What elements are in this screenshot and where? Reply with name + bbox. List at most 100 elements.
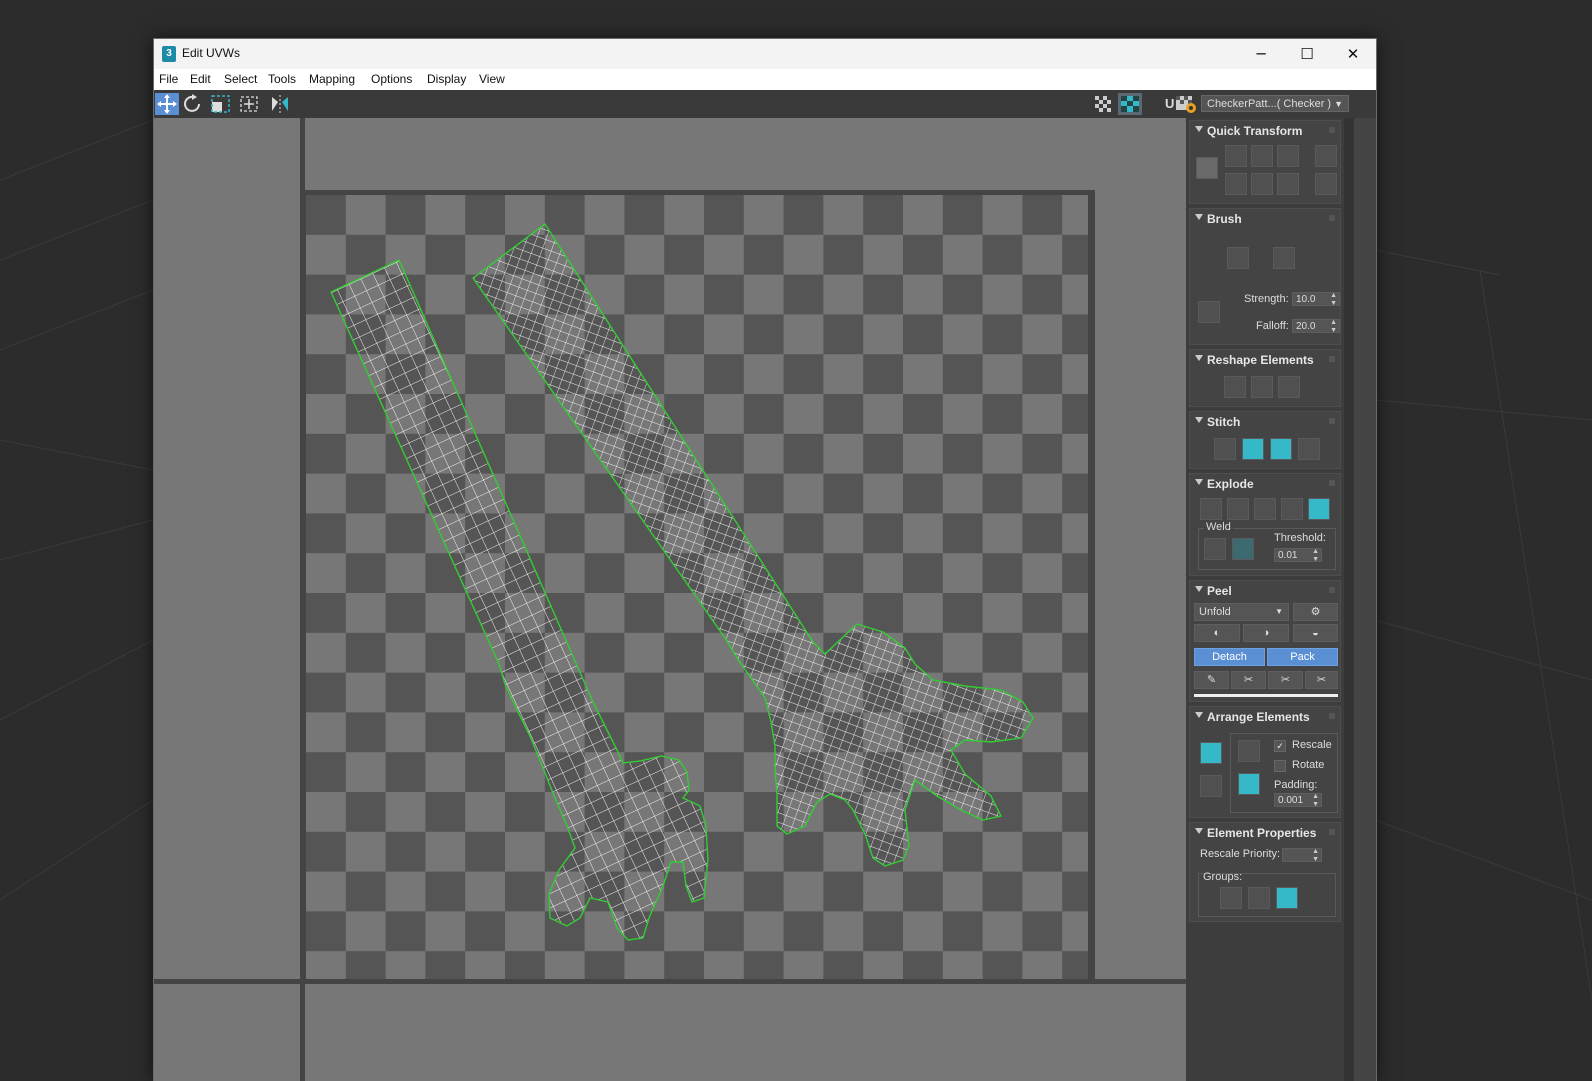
pin-icon[interactable] <box>1329 480 1335 486</box>
padding-spinner[interactable]: 0.001 ▲ ▼ <box>1274 793 1322 809</box>
collapse-arrow-icon[interactable] <box>1195 479 1203 485</box>
texture-settings-icon[interactable] <box>1174 93 1198 115</box>
spinner-arrows-icon[interactable]: ▲ ▼ <box>1312 793 1319 809</box>
select-group-icon[interactable] <box>1276 887 1298 909</box>
spinner-arrows-icon[interactable]: ▲ ▼ <box>1312 848 1319 864</box>
rollout-title[interactable]: Stitch <box>1207 415 1240 429</box>
close-button[interactable]: ✕ <box>1330 39 1376 69</box>
ungroup-selected-icon[interactable] <box>1248 887 1270 909</box>
brush-line-icon[interactable] <box>1198 301 1220 323</box>
mirror-tool-icon[interactable] <box>268 93 292 115</box>
collapse-arrow-icon[interactable] <box>1195 828 1203 834</box>
rescale-priority-spinner[interactable]: ▲ ▼ <box>1282 848 1322 864</box>
rotate-tool-icon[interactable] <box>181 93 205 115</box>
spinner-arrows-icon[interactable]: ▲ ▼ <box>1312 548 1319 564</box>
collapse-arrow-icon[interactable] <box>1195 417 1203 423</box>
menu-select[interactable]: Select <box>224 72 257 86</box>
texture-display-icon[interactable] <box>1118 93 1142 115</box>
menu-edit[interactable]: Edit <box>190 72 211 86</box>
relax-brush-icon[interactable] <box>1273 247 1295 269</box>
relax-icon[interactable] <box>1251 376 1273 398</box>
scale-tool-icon[interactable] <box>209 93 233 115</box>
weld-target-icon[interactable] <box>1232 538 1254 560</box>
detach-button[interactable]: Detach <box>1194 648 1265 666</box>
rotate-ccw-icon[interactable] <box>1277 145 1299 167</box>
collapse-arrow-icon[interactable] <box>1195 355 1203 361</box>
explode-elements-icon[interactable] <box>1308 498 1330 520</box>
uv-canvas[interactable] <box>305 190 1095 979</box>
group-selected-icon[interactable] <box>1220 887 1242 909</box>
paint-brush-icon[interactable] <box>1227 247 1249 269</box>
rescale-checkbox[interactable]: ✓ <box>1274 740 1286 752</box>
collapse-arrow-icon[interactable] <box>1195 712 1203 718</box>
peel-mode-button[interactable]: ◑ <box>1243 624 1289 642</box>
menu-options[interactable]: Options <box>371 72 412 86</box>
rotate-checkbox[interactable] <box>1274 760 1286 772</box>
menu-display[interactable]: Display <box>427 72 466 86</box>
auto-pin-button[interactable]: ✂ <box>1268 671 1303 689</box>
collapse-arrow-icon[interactable] <box>1195 586 1203 592</box>
straighten-icon[interactable] <box>1224 376 1246 398</box>
space-horizontal-icon[interactable] <box>1315 145 1337 167</box>
pin-icon[interactable] <box>1329 418 1335 424</box>
align-horizontal-icon[interactable] <box>1225 145 1247 167</box>
pack-together-icon[interactable] <box>1200 775 1222 797</box>
rollout-title[interactable]: Element Properties <box>1207 826 1316 840</box>
space-align-icon[interactable] <box>1315 173 1337 195</box>
pack-custom-icon[interactable] <box>1200 742 1222 764</box>
spinner-arrows-icon[interactable]: ▲ ▼ <box>1330 319 1337 335</box>
minimize-button[interactable]: ─ <box>1238 39 1284 69</box>
unpin-vertices-button[interactable]: ✂ <box>1231 671 1266 689</box>
pin-icon[interactable] <box>1329 829 1335 835</box>
rollout-title[interactable]: Brush <box>1207 212 1242 226</box>
freeform-tool-icon[interactable] <box>237 93 261 115</box>
peel-mode-dropdown[interactable]: Unfold ▼ <box>1194 603 1289 621</box>
quick-peel-button[interactable]: ◐ <box>1194 624 1240 642</box>
explode-polygons-icon[interactable] <box>1254 498 1276 520</box>
strength-spinner[interactable]: 10.0 ▲ ▼ <box>1292 292 1340 308</box>
pin-icon[interactable] <box>1329 587 1335 593</box>
move-tool-icon[interactable] <box>155 93 179 115</box>
explode-smoothing-icon[interactable] <box>1281 498 1303 520</box>
stitch-custom-icon[interactable] <box>1214 438 1236 460</box>
pin-icon[interactable] <box>1329 356 1335 362</box>
rotate-cw-icon[interactable] <box>1277 173 1299 195</box>
pin-vertices-button[interactable]: ✎ <box>1194 671 1229 689</box>
menu-view[interactable]: View <box>479 72 505 86</box>
maximize-button[interactable]: ☐ <box>1284 39 1330 69</box>
stitch-target-icon[interactable] <box>1298 438 1320 460</box>
panel-scrollbar[interactable] <box>1344 118 1354 1081</box>
weld-selected-icon[interactable] <box>1204 538 1226 560</box>
pin-icon[interactable] <box>1329 127 1335 133</box>
rollout-title[interactable]: Reshape Elements <box>1207 353 1314 367</box>
rollout-title[interactable]: Explode <box>1207 477 1254 491</box>
menu-mapping[interactable]: Mapping <box>309 72 355 86</box>
collapse-arrow-icon[interactable] <box>1195 126 1203 132</box>
texture-dropdown[interactable]: CheckerPatt...( Checker ) ▼ <box>1201 95 1349 112</box>
stitch-source-icon[interactable] <box>1242 438 1264 460</box>
menu-tools[interactable]: Tools <box>268 72 296 86</box>
pack-button[interactable]: Pack <box>1267 648 1338 666</box>
select-pins-button[interactable]: ✂ <box>1305 671 1338 689</box>
spinner-arrows-icon[interactable]: ▲ ▼ <box>1330 292 1337 308</box>
reset-peel-button[interactable]: ◒ <box>1293 624 1338 642</box>
stitch-average-icon[interactable] <box>1270 438 1292 460</box>
rollout-title[interactable]: Peel <box>1207 584 1232 598</box>
uv-editor-viewport[interactable] <box>154 118 1186 1081</box>
align-vertical-icon[interactable] <box>1225 173 1247 195</box>
rollout-title[interactable]: Quick Transform <box>1207 124 1302 138</box>
peel-settings-button[interactable]: ⚙ <box>1293 603 1338 621</box>
pin-icon[interactable] <box>1329 713 1335 719</box>
flatten-icon[interactable] <box>1278 376 1300 398</box>
falloff-spinner[interactable]: 20.0 ▲ ▼ <box>1292 319 1340 335</box>
title-bar[interactable]: 3 Edit UVWs ─ ☐ ✕ <box>154 39 1376 69</box>
pack-normalize-icon[interactable] <box>1238 740 1260 762</box>
space-vertical-icon[interactable] <box>1251 145 1273 167</box>
pack-recenter-icon[interactable] <box>1238 773 1260 795</box>
menu-file[interactable]: File <box>159 72 178 86</box>
pivot-icon[interactable] <box>1196 157 1218 179</box>
break-edges-icon[interactable] <box>1227 498 1249 520</box>
collapse-arrow-icon[interactable] <box>1195 214 1203 220</box>
align-center-icon[interactable] <box>1251 173 1273 195</box>
break-icon[interactable] <box>1200 498 1222 520</box>
